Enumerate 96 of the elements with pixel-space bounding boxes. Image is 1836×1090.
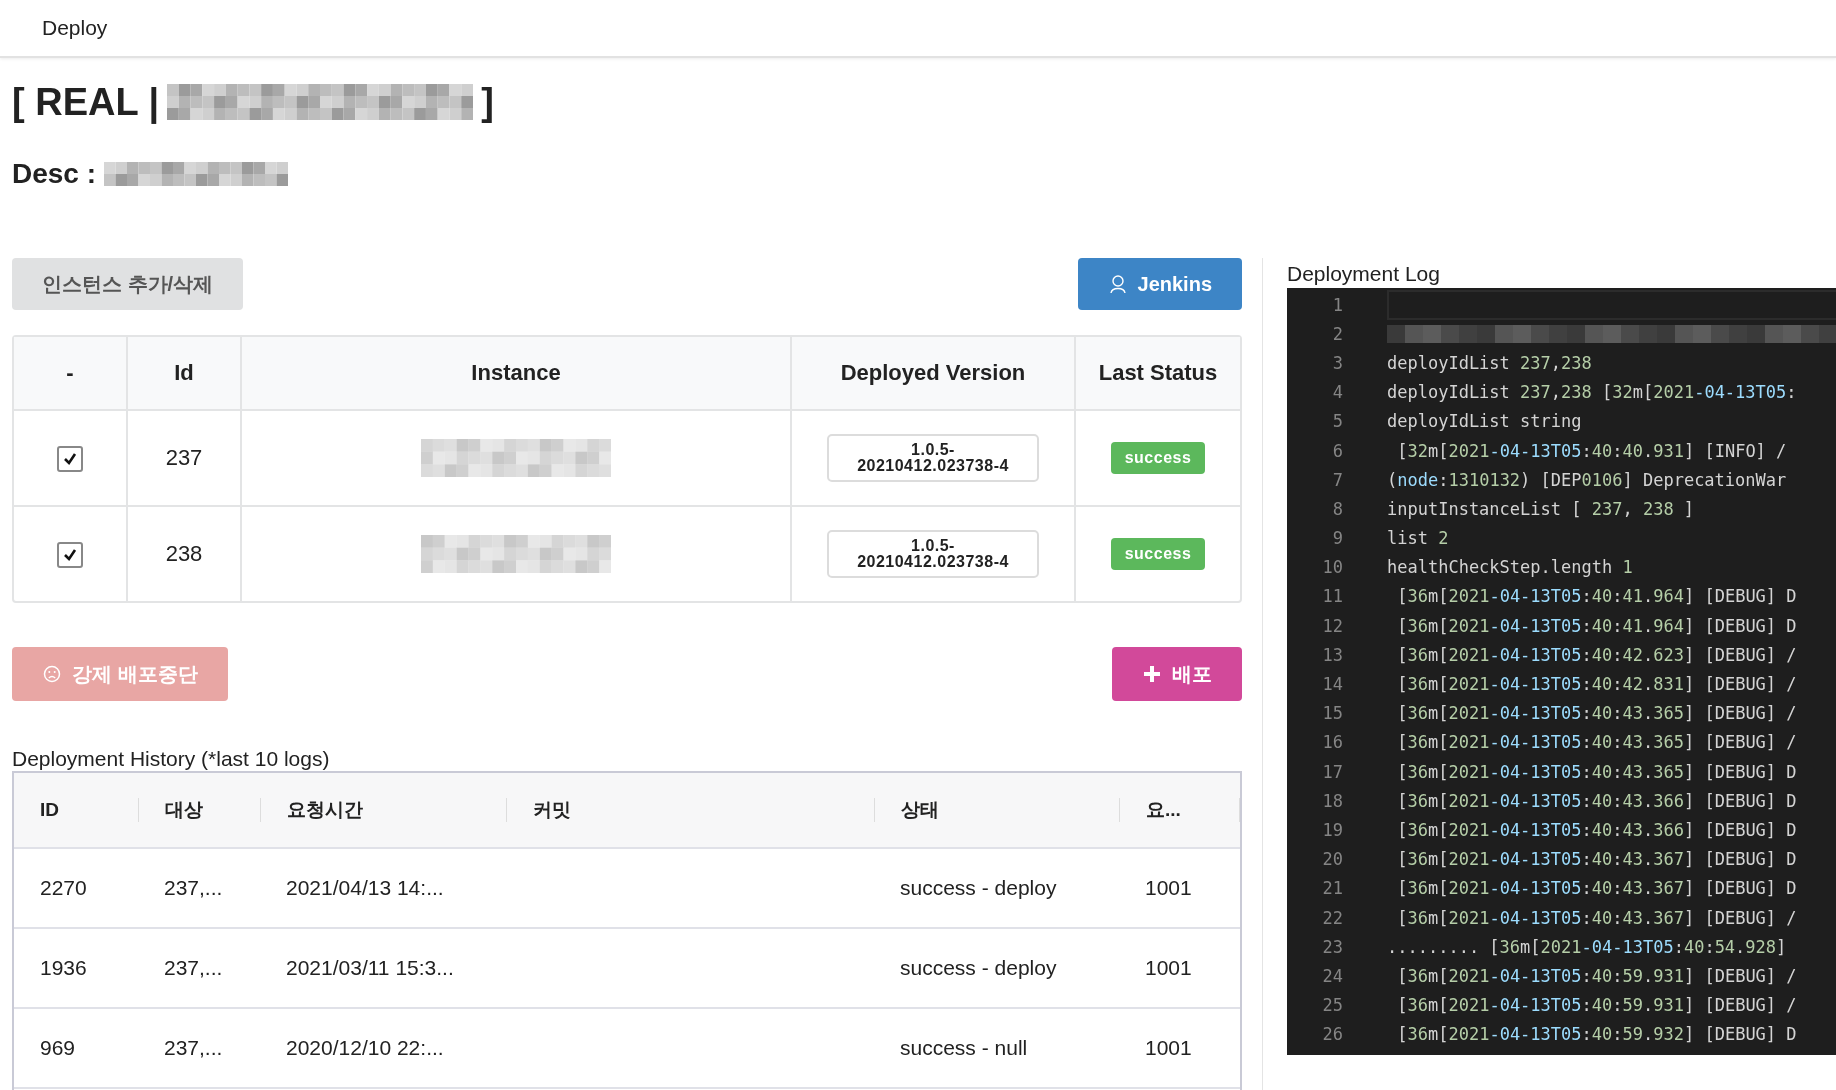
line-number: 12 bbox=[1321, 615, 1343, 636]
table-cell-text: success - deploy bbox=[899, 876, 1058, 900]
line-number: 5 bbox=[1331, 411, 1343, 432]
line-number: 4 bbox=[1331, 382, 1343, 403]
log-line: [36m[2021-04-13T05:40:42.623] [DEBUG] / bbox=[1396, 644, 1797, 665]
line-number: 3 bbox=[1331, 352, 1343, 373]
line-number: 9 bbox=[1331, 528, 1343, 549]
line-number: 14 bbox=[1321, 674, 1343, 695]
line-number: 11 bbox=[1321, 586, 1343, 607]
log-line: [36m[2021-04-13T05:40:43.367] [DEBUG] D bbox=[1396, 878, 1797, 899]
status-badge: success bbox=[1110, 538, 1206, 570]
column-header: Instance bbox=[242, 337, 792, 411]
log-line: [32m[2021-04-13T05:40:40.931] [INFO] / bbox=[1396, 440, 1787, 461]
log-line: deployIdList 237,238 [32m[2021-04-13T05: bbox=[1387, 382, 1797, 403]
deploy-button[interactable]: 배포 bbox=[1112, 647, 1242, 701]
table-cell-text: 1001 bbox=[1144, 876, 1193, 900]
line-number: 22 bbox=[1321, 907, 1343, 928]
line-number: 6 bbox=[1331, 440, 1343, 461]
line-number: 25 bbox=[1321, 995, 1343, 1016]
checkbox[interactable] bbox=[57, 445, 83, 472]
table-cell-text: 1001 bbox=[1144, 956, 1193, 980]
line-number: 24 bbox=[1321, 965, 1343, 986]
line-number: 1 bbox=[1331, 294, 1343, 315]
table-cell: 237 bbox=[128, 411, 242, 507]
log-line: [36m[2021-04-13T05:40:43.365] [DEBUG] D bbox=[1396, 761, 1797, 782]
column-header: Last Status bbox=[1076, 337, 1240, 411]
column-header: 상태 bbox=[874, 798, 1119, 822]
log-line: deployIdList string bbox=[1387, 411, 1582, 432]
column-header: Id bbox=[128, 337, 242, 411]
table-cell-text: success - deploy bbox=[899, 956, 1058, 980]
table-cell-text: 2021/04/13 14:... bbox=[285, 876, 445, 900]
line-number: 15 bbox=[1321, 703, 1343, 724]
log-line: deployIdList 237,238 bbox=[1387, 352, 1592, 373]
table-cell-text: 1936 bbox=[39, 956, 88, 980]
page-title: Deploy bbox=[42, 16, 108, 40]
table-cell-text: 2270 bbox=[39, 876, 88, 900]
table-cell-text: 1001 bbox=[1144, 1036, 1193, 1060]
line-number: 26 bbox=[1321, 1024, 1343, 1045]
table-cell: 238 bbox=[128, 507, 242, 601]
column-header: Deployed Version bbox=[792, 337, 1076, 411]
log-line: ......... [36m[2021-04-13T05:40:54.928] bbox=[1387, 936, 1787, 957]
log-line: [36m[2021-04-13T05:40:43.366] [DEBUG] D bbox=[1396, 819, 1797, 840]
line-number: 10 bbox=[1321, 557, 1343, 578]
title-bracket: ] bbox=[481, 80, 494, 124]
jenkins-button[interactable]: Jenkins bbox=[1077, 258, 1242, 310]
line-number: 19 bbox=[1321, 819, 1343, 840]
line-number: 17 bbox=[1321, 761, 1343, 782]
table-cell-text: 237,... bbox=[163, 1036, 224, 1060]
line-number: 21 bbox=[1321, 878, 1343, 899]
log-line: [36m[2021-04-13T05:40:43.365] [DEBUG] / bbox=[1396, 732, 1797, 753]
log-line: [36m[2021-04-13T05:40:41.964] [DEBUG] D bbox=[1396, 615, 1797, 636]
log-line: [36m[2021-04-13T05:40:42.831] [DEBUG] / bbox=[1396, 674, 1797, 695]
table-cell-text: 237,... bbox=[163, 876, 224, 900]
table-cell-text: success - null bbox=[899, 1036, 1029, 1060]
column-header: 요... bbox=[1119, 798, 1240, 822]
log-line: [36m[2021-04-13T05:40:43.367] [DEBUG] / bbox=[1396, 907, 1797, 928]
person-icon bbox=[1107, 274, 1128, 294]
column-header: ID bbox=[39, 798, 60, 822]
log-line: (node:1310132) [DEP0106] DeprecationWar bbox=[1387, 469, 1787, 490]
line-number: 16 bbox=[1321, 732, 1343, 753]
column-header: 대상 bbox=[138, 798, 260, 822]
line-number: 23 bbox=[1321, 936, 1343, 957]
log-line: [36m[2021-04-13T05:40:59.931] [DEBUG] / bbox=[1396, 965, 1797, 986]
log-line: [36m[2021-04-13T05:40:59.932] [DEBUG] D bbox=[1396, 1024, 1797, 1045]
project-title: [ REAL | bbox=[12, 80, 160, 124]
column-header: 요청시간 bbox=[260, 798, 506, 822]
log-line: healthCheckStep.length 1 bbox=[1387, 557, 1633, 578]
desc-label: Desc : bbox=[12, 158, 97, 190]
log-line: [36m[2021-04-13T05:40:41.964] [DEBUG] D bbox=[1396, 586, 1797, 607]
frown-icon bbox=[42, 664, 62, 684]
history-title: Deployment History (*last 10 logs) bbox=[12, 747, 331, 771]
table-cell-text: 2020/12/10 22:... bbox=[285, 1036, 445, 1060]
column-header: - bbox=[14, 337, 128, 411]
plus-icon bbox=[1142, 664, 1162, 684]
line-number: 13 bbox=[1321, 644, 1343, 665]
line-number: 2 bbox=[1331, 323, 1343, 344]
status-badge: success bbox=[1110, 442, 1206, 474]
line-number: 7 bbox=[1331, 469, 1343, 490]
line-number: 8 bbox=[1331, 498, 1343, 519]
line-number: 18 bbox=[1321, 790, 1343, 811]
log-line: [36m[2021-04-13T05:40:59.931] [DEBUG] / bbox=[1396, 995, 1797, 1016]
version-tag: 1.0.5-20210412.023738-4 bbox=[827, 434, 1039, 482]
log-line: [36m[2021-04-13T05:40:43.366] [DEBUG] D bbox=[1396, 790, 1797, 811]
manage-instances-button[interactable]: 인스턴스 추가/삭제 bbox=[12, 258, 244, 310]
log-title: Deployment Log bbox=[1287, 262, 1441, 286]
version-tag: 1.0.5-20210412.023738-4 bbox=[827, 530, 1039, 578]
checkbox[interactable] bbox=[57, 541, 83, 568]
log-line: inputInstanceList [ 237, 238 ] bbox=[1387, 498, 1695, 519]
table-cell-text: 969 bbox=[39, 1036, 77, 1060]
log-line: [36m[2021-04-13T05:40:43.367] [DEBUG] D bbox=[1396, 849, 1797, 870]
line-number: 20 bbox=[1321, 849, 1343, 870]
table-cell-text: 2021/03/11 15:3... bbox=[285, 956, 455, 980]
log-line: [36m[2021-04-13T05:40:43.365] [DEBUG] / bbox=[1396, 703, 1797, 724]
log-line: list 2 bbox=[1387, 528, 1449, 549]
column-header: 커밋 bbox=[506, 798, 874, 822]
table-cell-text: 237,... bbox=[163, 956, 224, 980]
